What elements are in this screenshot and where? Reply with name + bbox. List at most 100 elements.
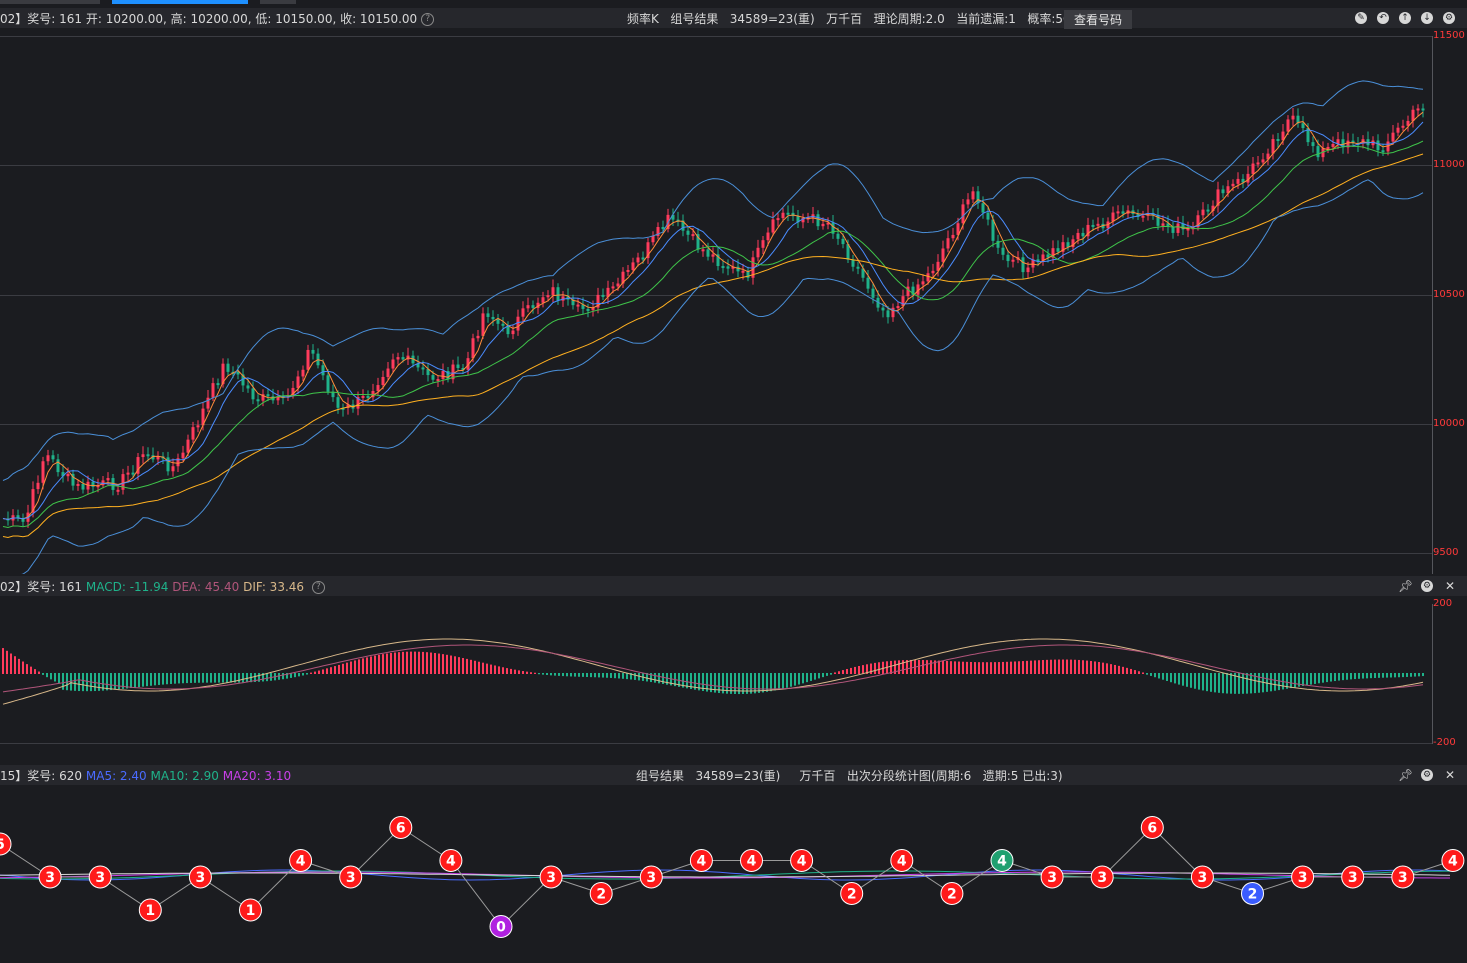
candle-body <box>961 204 965 224</box>
macd-bar <box>1146 673 1148 675</box>
macd-bar <box>970 661 972 674</box>
candle-body <box>166 457 170 472</box>
macd-bar <box>26 664 28 674</box>
y-label: 11500 <box>1433 30 1465 41</box>
settings-icon[interactable]: ⚙ <box>1443 12 1455 24</box>
macd-bar <box>1250 673 1252 694</box>
check-numbers-button[interactable]: 查看号码 <box>1064 10 1133 29</box>
up-icon[interactable]: ↑ <box>1399 12 1411 24</box>
macd-bar <box>54 673 56 682</box>
undo-icon[interactable]: ↶ <box>1377 12 1389 24</box>
macd-bar <box>114 673 116 690</box>
candle-body <box>976 191 980 204</box>
candle-body <box>1091 224 1095 227</box>
macd-bar <box>1182 673 1184 686</box>
settings-icon[interactable]: ⚙ <box>1421 580 1433 592</box>
stats-chart[interactable]: 5 3 3 1 3 1 4 3 6 4 0 3 2 3 4 4 4 2 4 2 4 3 3 6 3 2 3 3 3 4 <box>0 785 1467 963</box>
macd-bar <box>1030 660 1032 674</box>
stats-point: 3 <box>88 865 112 889</box>
macd-bar <box>86 673 88 692</box>
candle-body <box>186 439 190 453</box>
candle-body <box>306 349 310 370</box>
candle-body <box>1261 159 1265 163</box>
stats-point: 4 <box>890 849 914 872</box>
macd-bar <box>306 673 308 675</box>
tab-active[interactable] <box>112 0 248 4</box>
macd-bar <box>166 673 168 685</box>
macd-bar <box>1294 673 1296 688</box>
macd-bar <box>926 660 928 674</box>
stats-point: 4 <box>1441 849 1465 872</box>
macd-bar <box>442 654 444 674</box>
macd-bar <box>1330 673 1332 682</box>
macd-bar <box>398 652 400 674</box>
macd-bar <box>654 673 656 683</box>
candle-body <box>321 365 325 376</box>
macd-bar <box>1074 659 1076 674</box>
edit-icon[interactable]: ✎ <box>1355 12 1367 24</box>
top-strip <box>0 0 1467 5</box>
candle-body <box>981 203 985 213</box>
candle-body <box>1116 211 1120 214</box>
help-icon[interactable]: ? <box>421 13 435 26</box>
stats-header-bar: 15】奖号: 620 MA5: 2.40 MA10: 2.90 MA20: 3.… <box>0 765 1467 785</box>
stats-point-label: 3 <box>95 870 105 886</box>
tab-3[interactable] <box>260 0 296 4</box>
macd-bar <box>1106 663 1108 674</box>
help-icon[interactable]: ? <box>311 581 325 594</box>
macd-bar <box>1006 661 1008 674</box>
candle-body <box>626 269 630 272</box>
macd-bar <box>1094 661 1096 674</box>
macd-bar <box>1322 673 1324 683</box>
macd-bar <box>794 673 796 686</box>
candle-body <box>336 397 340 408</box>
candle-body <box>1276 139 1280 142</box>
macd-axis-border <box>1432 604 1433 744</box>
candle-body <box>216 383 220 386</box>
close-icon[interactable]: ✕ <box>1443 768 1457 782</box>
candle-body <box>126 472 130 475</box>
macd-bar <box>1018 661 1020 674</box>
macd-bar <box>510 668 512 674</box>
candle-body <box>906 286 910 297</box>
macd-bar <box>1190 673 1192 688</box>
candle-body <box>146 454 150 457</box>
macd-bar <box>1310 673 1312 685</box>
macd-bar <box>1154 673 1156 678</box>
macd-bar <box>838 671 840 674</box>
macd-bar <box>34 669 36 674</box>
macd-bar <box>174 673 176 684</box>
candle-body <box>1311 142 1315 147</box>
candle-body <box>946 238 950 249</box>
kline-chart[interactable] <box>0 28 1432 574</box>
candle-body <box>836 233 840 239</box>
pin-icon[interactable]: 📌︎ <box>1398 768 1413 782</box>
settings-icon[interactable]: ⚙ <box>1421 769 1433 781</box>
macd-bar <box>18 658 20 674</box>
macd-bar <box>162 673 164 685</box>
candle-body <box>486 313 490 317</box>
macd-bar <box>1266 673 1268 692</box>
stats-point-label: 4 <box>446 854 456 870</box>
macd-bar <box>182 673 184 684</box>
candle-body <box>741 270 745 273</box>
candle-body <box>941 248 945 262</box>
macd-bar <box>462 658 464 674</box>
tab-1[interactable] <box>0 0 100 4</box>
macd-bar <box>570 673 572 677</box>
macd-bar <box>578 673 580 677</box>
down-icon[interactable]: ↓ <box>1421 12 1433 24</box>
macd-bar <box>430 652 432 674</box>
macd-bar <box>830 673 832 675</box>
candle-body <box>1081 232 1085 237</box>
candle-body <box>81 483 85 490</box>
stats-point: 1 <box>239 898 262 922</box>
macd-bar <box>1098 662 1100 674</box>
macd-bar <box>30 666 32 674</box>
close-icon[interactable]: ✕ <box>1443 579 1457 593</box>
macd-bar <box>1162 673 1164 680</box>
macd-chart[interactable] <box>0 596 1432 760</box>
macd-bar <box>562 673 564 677</box>
macd-bar <box>798 673 800 685</box>
pin-icon[interactable]: 📌︎ <box>1398 579 1413 593</box>
